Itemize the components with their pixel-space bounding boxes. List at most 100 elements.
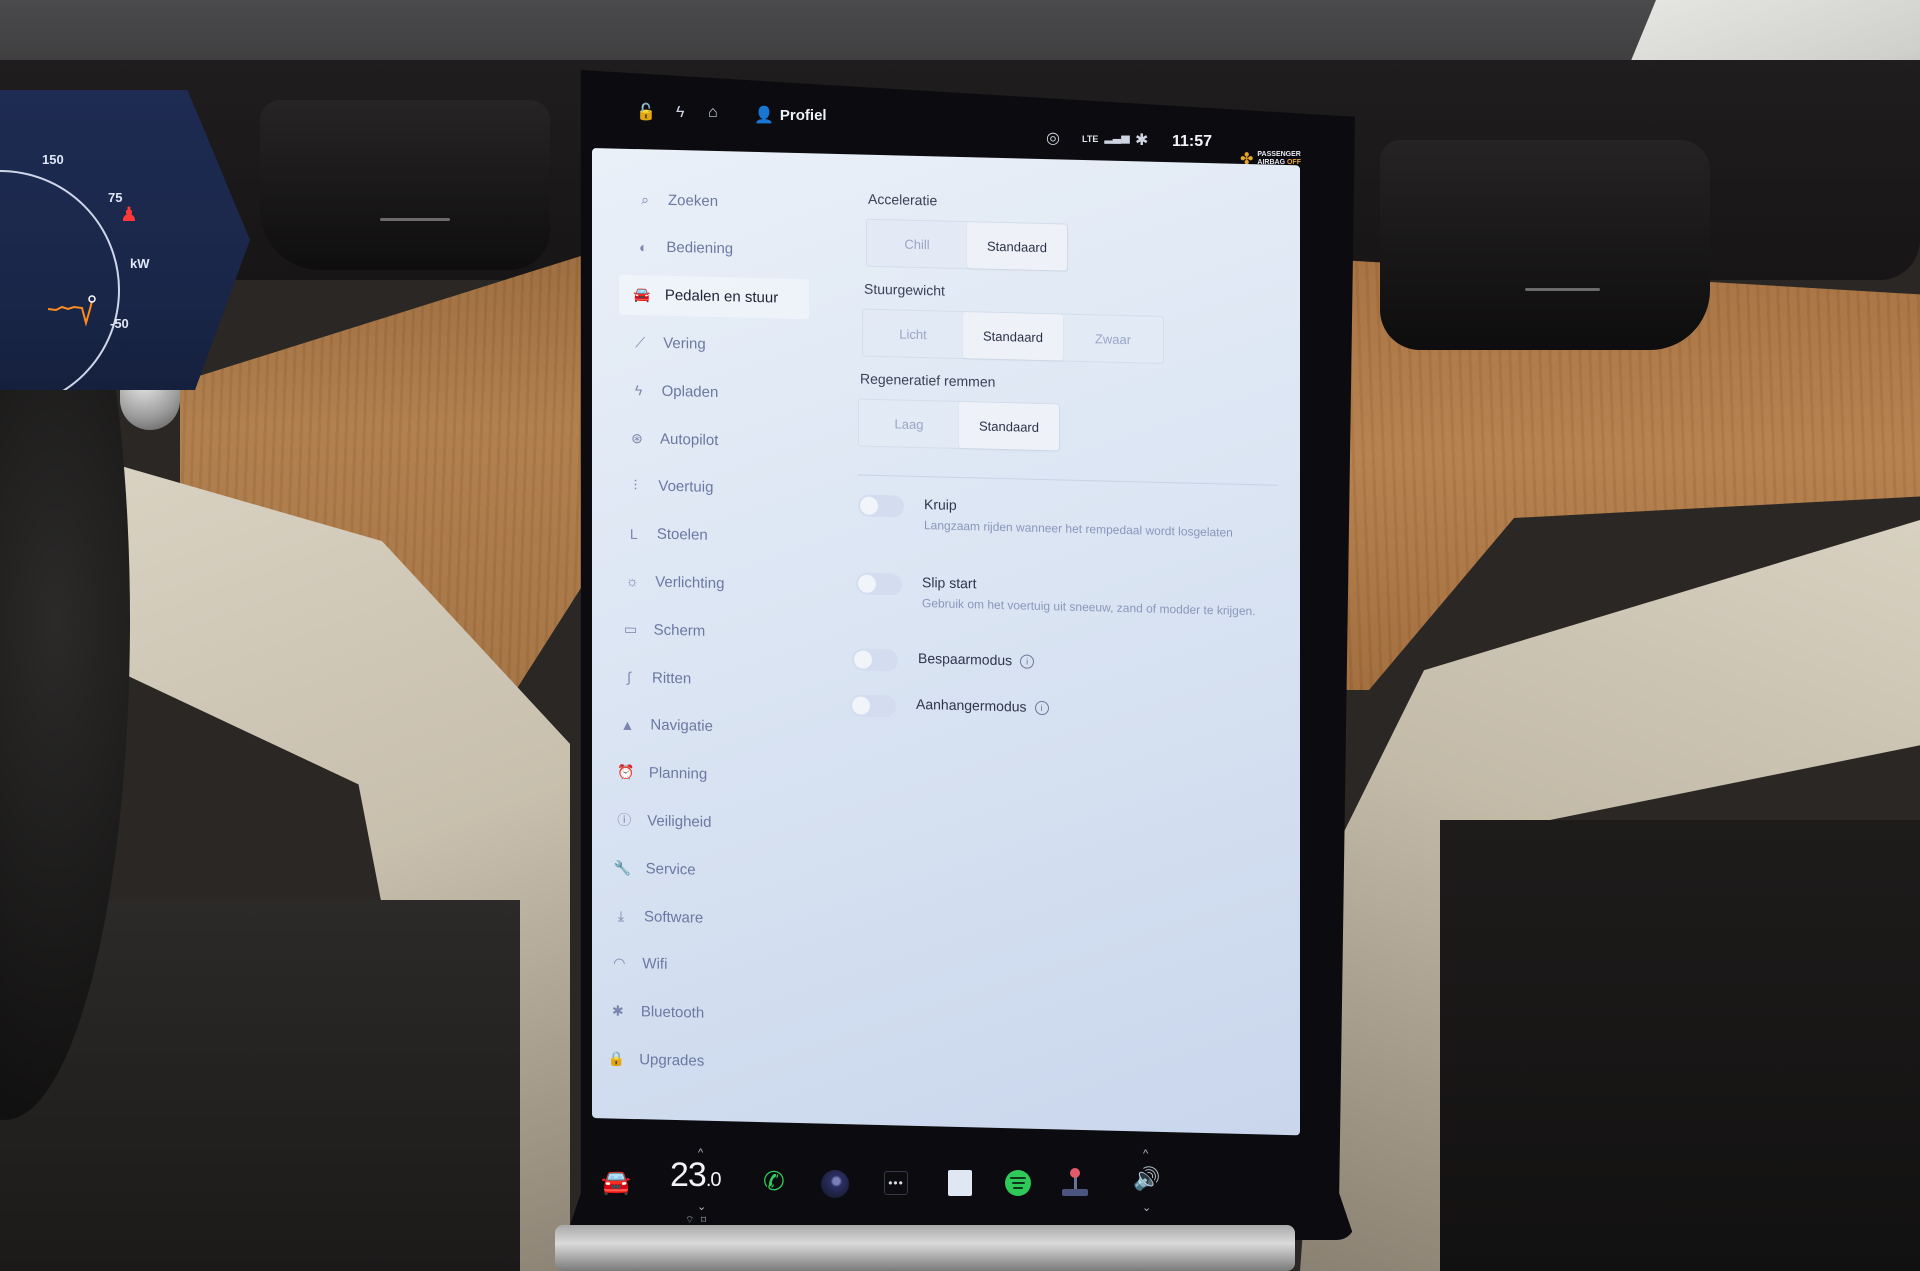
sidebar-item-label: Planning [648, 764, 708, 783]
display-icon: ▭ [623, 620, 638, 637]
setting-aanhangermodus: Aanhangermodus i [850, 694, 1049, 721]
more-dots-icon: ••• [884, 1171, 908, 1195]
sidebar-item-zoeken[interactable]: ⌕ Zoeken [622, 179, 812, 224]
steering-weight-selector: Licht Standaard Zwaar [862, 308, 1164, 364]
volume-button[interactable]: 🔊 [1133, 1166, 1160, 1192]
sidebar-item-software[interactable]: ⤓ Software [598, 895, 788, 940]
settings-screen: ⌕ Zoeken ◐ Bediening 🚘 Pedalen en stuur ⟋ Verin… [592, 148, 1300, 1136]
toggle-title: Kruip [924, 496, 957, 513]
camera-button[interactable] [821, 1170, 849, 1198]
sidebar-item-service[interactable]: 🔧 Service [600, 847, 790, 892]
sidebar-item-label: Bluetooth [640, 1003, 705, 1022]
lightning-icon: ϟ [634, 382, 643, 399]
volume-icon: 🔊 [1133, 1166, 1161, 1191]
toggle-description: Langzaam rijden wanneer het rempedaal wo… [924, 518, 1233, 540]
steering-weight-option-licht[interactable]: Licht [863, 310, 963, 358]
air-vent-right [1380, 140, 1710, 350]
sidebar-item-pedalen-en-stuur[interactable]: 🚘 Pedalen en stuur [618, 274, 809, 319]
sidebar-item-label: Software [644, 907, 704, 927]
power-meter-arc [0, 170, 120, 390]
seatbelt-warning-icon: ♟ [120, 204, 138, 226]
regen-braking-selector: Laag Standaard [858, 398, 1060, 452]
sidebar-item-voertuig[interactable]: ⫶ Voertuig [612, 465, 802, 510]
joystick-icon [1062, 1168, 1088, 1196]
lock-button[interactable]: 🔓 [636, 105, 656, 121]
network-status: LTE ▂▃▅ [1082, 133, 1130, 144]
sidebar-item-vering[interactable]: ⟋ Vering [617, 322, 807, 367]
sliders-icon: ⫶ [633, 477, 638, 494]
phone-button[interactable]: ✆ [763, 1166, 785, 1197]
calendar-button[interactable] [948, 1170, 972, 1196]
kruip-toggle[interactable] [858, 494, 904, 518]
sidebar-item-wifi[interactable]: ◠ Wifi [596, 943, 786, 988]
sidebar-item-planning[interactable]: ⏰ Planning [603, 752, 793, 797]
temperature-decimal: .0 [705, 1169, 722, 1191]
temperature-value: 23 [670, 1156, 707, 1194]
sidebar-item-autopilot[interactable]: ⊛ Autopilot [614, 418, 804, 463]
sidebar-item-label: Upgrades [639, 1051, 705, 1070]
bluetooth-icon: ✱ [1135, 132, 1149, 149]
sidebar-item-bluetooth[interactable]: ✱ Bluetooth [595, 991, 785, 1036]
regen-braking-option-laag[interactable]: Laag [859, 400, 959, 448]
car-icon: 🚘 [633, 286, 651, 303]
rear-defrost-icon: ⌑ [701, 1215, 707, 1226]
lock-open-icon: 🔓 [636, 104, 656, 121]
arcade-button[interactable] [1062, 1168, 1088, 1196]
toggle-title: Bespaarmodus [918, 649, 1013, 669]
car-icon: 🚘 [601, 1169, 631, 1196]
rear-defrost-button[interactable]: ⌑ [701, 1210, 706, 1228]
toggle-title: Aanhangermodus [916, 695, 1027, 715]
sidebar-item-ritten[interactable]: ∫ Ritten [606, 656, 796, 701]
sidebar-item-veiligheid[interactable]: ⓘ Veiligheid [601, 800, 791, 845]
charge-port-button[interactable]: ϟ [676, 105, 684, 121]
sidebar-item-upgrades[interactable]: 🔒 Upgrades [593, 1038, 783, 1083]
toggle-icon: ◐ [639, 238, 648, 256]
toggle-knob [858, 574, 876, 593]
chevron-up-icon: ^ [1143, 1148, 1149, 1160]
wifi-icon: ◠ [613, 954, 626, 972]
steering-weight-option-zwaar[interactable]: Zwaar [1063, 315, 1163, 363]
sidebar-item-verlichting[interactable]: ☼ Verlichting [609, 561, 799, 606]
toggle-description: Gebruik om het voertuig uit sneeuw, zand… [922, 596, 1256, 619]
acceleration-option-standaard[interactable]: Standaard [967, 222, 1067, 271]
volume-down-button[interactable]: ⌄ [1142, 1198, 1151, 1216]
sidebar-item-label: Navigatie [650, 716, 713, 736]
acceleration-option-chill[interactable]: Chill [867, 220, 967, 268]
homelink-button[interactable]: ⌂ [708, 105, 718, 121]
bespaarmodus-toggle[interactable] [852, 648, 898, 672]
bottom-dock: 🚘 ^ 23.0 ⌄ ⌔ ⌑ ✆ ••• ^ 🔊 ⌄ [575, 1140, 1275, 1230]
info-icon[interactable]: i [1020, 654, 1035, 669]
regen-braking-option-standaard[interactable]: Standaard [959, 401, 1059, 451]
more-apps-button[interactable]: ••• [884, 1171, 908, 1195]
homelink-icon: ⌂ [708, 104, 718, 121]
info-icon[interactable]: i [1034, 700, 1049, 715]
slip-start-toggle[interactable] [856, 572, 902, 596]
section-divider [858, 474, 1278, 486]
toggle-knob [860, 496, 878, 515]
bag-icon: 🔒 [607, 1050, 625, 1067]
sidebar-item-navigatie[interactable]: ▲ Navigatie [604, 704, 794, 749]
profile-button[interactable]: 👤 Profiel [754, 107, 827, 124]
wrench-icon: 🔧 [613, 859, 632, 876]
screen-chrome-trim [555, 1225, 1295, 1271]
sidebar-item-scherm[interactable]: ▭ Scherm [608, 609, 798, 654]
bluetooth-status[interactable]: ✱ [1135, 133, 1148, 149]
sidebar-item-label: Voertuig [658, 477, 714, 497]
airbag-line1: PASSENGER [1257, 151, 1301, 158]
lightning-icon: ϟ [676, 104, 685, 121]
spotify-button[interactable] [1005, 1170, 1031, 1196]
front-defrost-button[interactable]: ⌔ [685, 1210, 694, 1228]
aanhangermodus-toggle[interactable] [850, 694, 896, 718]
sidebar-item-opladen[interactable]: ϟ Opladen [616, 370, 806, 415]
sidebar-item-stoelen[interactable]: L Stoelen [611, 513, 801, 558]
car-button[interactable]: 🚘 [601, 1168, 631, 1197]
temperature-display[interactable]: 23.0 [670, 1156, 721, 1195]
volume-up-button[interactable]: ^ [1143, 1144, 1148, 1162]
sentry-button[interactable]: ◎ [1046, 131, 1060, 147]
sidebar-item-bediening[interactable]: ◐ Bediening [620, 226, 810, 271]
navigation-icon: ▲ [620, 716, 635, 733]
spotify-icon [1005, 1170, 1031, 1196]
sidebar-item-label: Bediening [666, 239, 734, 258]
vent-slat [1525, 288, 1600, 291]
steering-weight-option-standaard[interactable]: Standaard [963, 312, 1063, 361]
